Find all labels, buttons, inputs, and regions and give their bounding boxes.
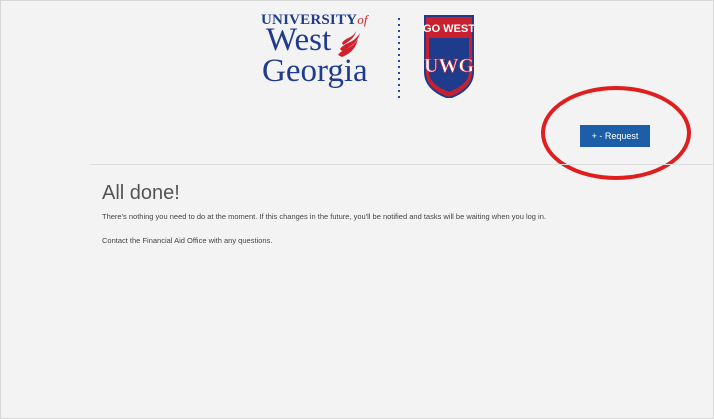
header-logos: UNIVERSITYof West Georgia GO WEST UWG <box>258 10 498 110</box>
status-message: There's nothing you need to do at the mo… <box>102 212 546 221</box>
logo-divider <box>398 16 400 98</box>
logo-georgia-text: Georgia <box>262 53 368 89</box>
contact-message: Contact the Financial Aid Office with an… <box>102 236 273 245</box>
request-button[interactable]: + - Request <box>580 125 650 147</box>
section-divider <box>90 164 714 165</box>
logo-of-label: of <box>357 12 368 27</box>
page-title: All done! <box>102 182 180 204</box>
shield-go-west-text: GO WEST <box>423 23 475 35</box>
shield-monogram-text: UWG <box>424 55 474 77</box>
uwg-wordmark-logo: UNIVERSITYof West Georgia <box>258 10 378 98</box>
uwg-shield-icon: GO WEST UWG <box>423 15 475 98</box>
